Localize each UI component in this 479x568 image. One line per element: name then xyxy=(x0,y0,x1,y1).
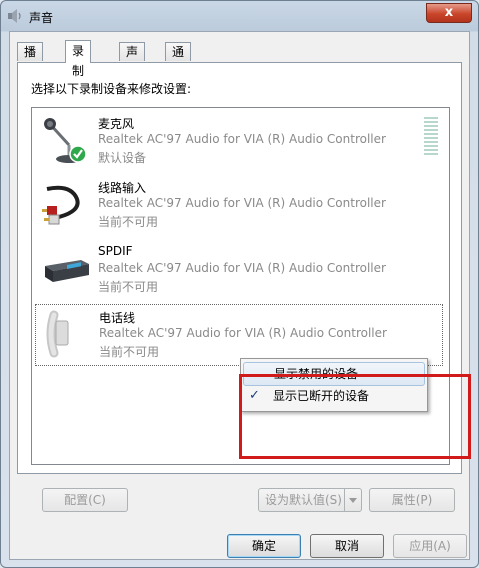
spdif-device-icon xyxy=(45,260,89,282)
device-status: 当前不可用 xyxy=(99,345,160,359)
close-button[interactable]: x xyxy=(426,3,472,23)
device-driver: Realtek AC'97 Audio for VIA (R) Audio Co… xyxy=(98,132,386,146)
device-status: 当前不可用 xyxy=(98,280,159,294)
set-default-split-button[interactable]: 设为默认值(S) xyxy=(258,488,362,512)
microphone-icon xyxy=(44,118,87,163)
tab-communications[interactable]: 通信 xyxy=(165,42,192,77)
device-driver: Realtek AC'97 Audio for VIA (R) Audio Co… xyxy=(98,261,386,275)
cancel-button[interactable]: 取消 xyxy=(310,534,384,558)
title-bar[interactable]: 声音 x xyxy=(1,1,478,31)
device-item-telephone[interactable]: 电话线 Realtek AC'97 Audio for VIA (R) Audi… xyxy=(35,304,443,366)
ok-button[interactable]: 确定 xyxy=(227,534,301,558)
properties-button[interactable]: 属性(P) xyxy=(369,488,455,512)
speaker-icon xyxy=(8,9,21,23)
window-title: 声音 xyxy=(29,11,54,25)
tab-recording[interactable]: 录制 xyxy=(65,40,92,78)
dialog-client-area: 播放 录制 声音 通信 选择以下录制设备来修改设置: xyxy=(9,31,470,560)
device-driver: Realtek AC'97 Audio for VIA (R) Audio Co… xyxy=(99,326,387,340)
device-status: 当前不可用 xyxy=(98,215,159,229)
line-in-cable-icon xyxy=(42,185,80,225)
device-name: 电话线 xyxy=(99,311,136,325)
tab-playback[interactable]: 播放 xyxy=(17,42,44,77)
sound-dialog-window: 声音 x 播放 录制 声音 通信 选择以下录制设备来修改设置: xyxy=(0,0,479,568)
highlight-annotation-frame xyxy=(239,374,471,459)
apply-button[interactable]: 应用(A) xyxy=(393,534,467,558)
dropdown-arrow-icon[interactable] xyxy=(344,489,361,511)
device-item-line-in[interactable]: 线路输入 Realtek AC'97 Audio for VIA (R) Aud… xyxy=(35,175,441,235)
device-item-microphone[interactable]: 麦克风 Realtek AC'97 Audio for VIA (R) Audi… xyxy=(35,111,441,171)
device-name: 麦克风 xyxy=(98,117,135,131)
device-status: 默认设备 xyxy=(98,151,147,165)
device-item-spdif[interactable]: SPDIF Realtek AC'97 Audio for VIA (R) Au… xyxy=(35,240,441,300)
telephone-handset-icon xyxy=(46,310,69,358)
level-meter xyxy=(424,117,438,159)
configure-button[interactable]: 配置(C) xyxy=(42,488,128,512)
instruction-text: 选择以下录制设备来修改设置: xyxy=(31,82,192,96)
set-default-label: 设为默认值(S) xyxy=(265,493,342,507)
device-name: 线路输入 xyxy=(98,181,147,195)
device-name: SPDIF xyxy=(98,244,133,258)
tab-sounds[interactable]: 声音 xyxy=(119,42,146,77)
device-driver: Realtek AC'97 Audio for VIA (R) Audio Co… xyxy=(98,196,386,210)
